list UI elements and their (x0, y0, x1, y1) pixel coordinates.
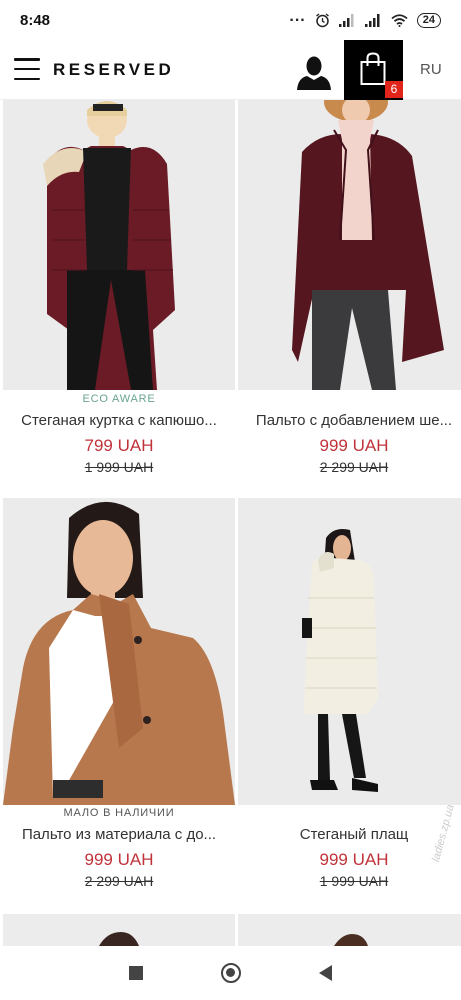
battery-icon: 24 (416, 12, 441, 28)
product-card[interactable]: Пальто с добавлением ше... 999 UAH 2 299… (238, 100, 461, 475)
product-price: 999 UAH (319, 850, 389, 869)
product-card[interactable]: МАЛО В НАЛИЧИИ Пальто из материала с до.… (3, 498, 235, 889)
product-tag: МАЛО В НАЛИЧИИ (63, 807, 175, 819)
system-nav-bar (0, 946, 461, 1000)
cart-count-badge: 6 (385, 81, 403, 98)
product-old-price: 2 299 UAH (84, 873, 154, 889)
product-tag (238, 393, 461, 411)
more-dots-icon: ... (289, 8, 306, 25)
home-icon[interactable] (221, 963, 241, 983)
product-tag (238, 807, 461, 825)
product-image-partial[interactable] (238, 914, 461, 946)
product-image[interactable] (3, 100, 235, 390)
signal-icon-2 (364, 13, 380, 27)
product-image[interactable] (3, 498, 235, 805)
status-time: 8:48 (20, 11, 51, 29)
back-icon[interactable] (319, 965, 332, 981)
product-card[interactable]: ECO AWARE Стеганая куртка с капюшо... 79… (3, 100, 235, 475)
app-header: RESERVED 6 RU (0, 40, 461, 100)
status-icons: ... 24 (289, 8, 441, 28)
product-image-partial[interactable] (3, 914, 235, 946)
product-price: 799 UAH (84, 436, 154, 455)
product-name[interactable]: Пальто из материала с до... (3, 825, 235, 845)
cart-button[interactable]: 6 (344, 40, 403, 100)
product-price: 999 UAH (84, 850, 154, 869)
account-icon[interactable] (294, 52, 334, 92)
product-card[interactable]: Стеганый плащ 999 UAH 1 999 UAH (238, 498, 461, 889)
product-name[interactable]: Стеганая куртка с капюшо... (3, 411, 235, 431)
language-switch[interactable]: RU (420, 61, 442, 78)
product-price: 999 UAH (319, 436, 389, 455)
product-image[interactable] (238, 100, 461, 390)
product-old-price: 1 999 UAH (84, 459, 154, 475)
status-bar: 8:48 ... 24 (0, 0, 461, 40)
shopping-bag-icon (360, 52, 386, 85)
product-old-price: 1 999 UAH (319, 873, 389, 889)
wifi-icon (391, 13, 408, 27)
product-name[interactable]: Стеганый плащ (238, 825, 461, 845)
product-old-price: 2 299 UAH (319, 459, 389, 475)
product-name[interactable]: Пальто с добавлением ше... (238, 411, 461, 431)
product-tag: ECO AWARE (82, 393, 156, 405)
brand-logo[interactable]: RESERVED (53, 60, 174, 80)
menu-icon[interactable] (14, 58, 40, 80)
recent-apps-icon[interactable] (129, 966, 143, 980)
alarm-icon (315, 12, 329, 27)
signal-icon (338, 13, 354, 27)
product-image[interactable] (238, 498, 461, 805)
